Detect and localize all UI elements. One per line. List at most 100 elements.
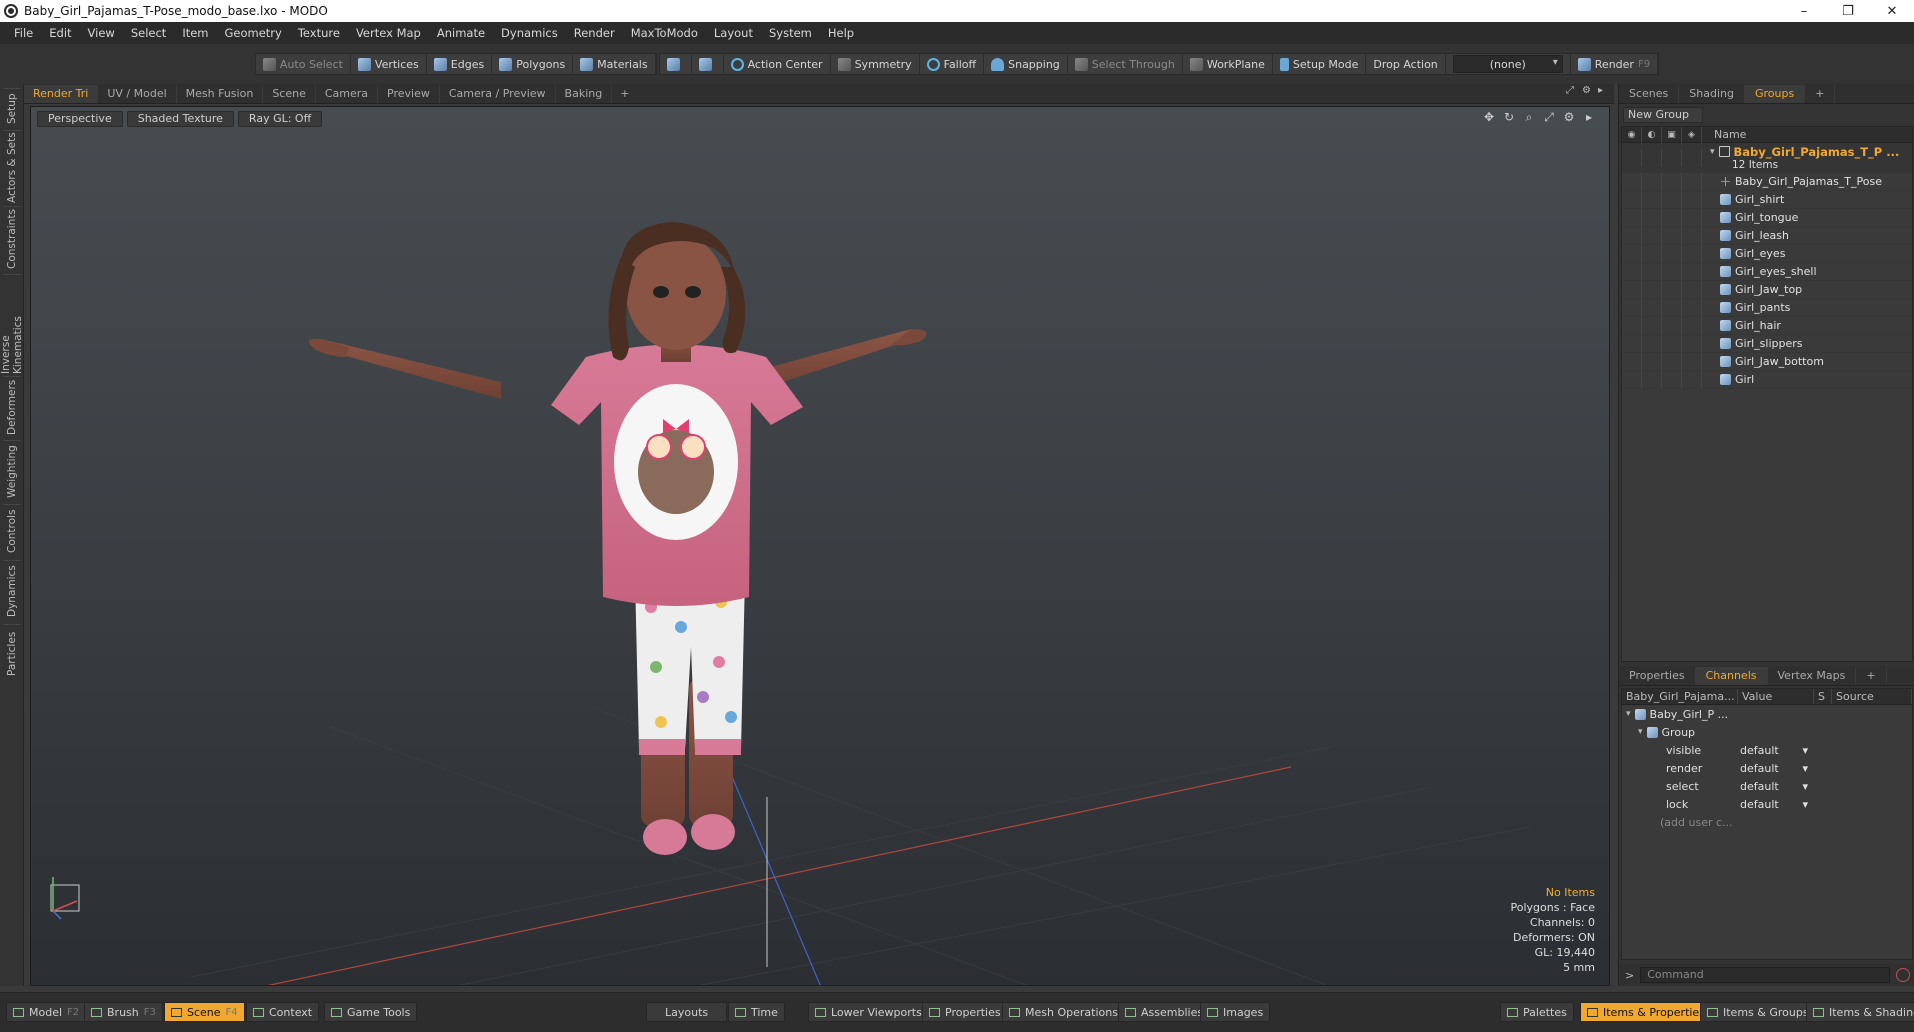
collapse-arrow-icon[interactable]: ▾ — [1710, 147, 1715, 157]
menu-texture[interactable]: Texture — [290, 22, 348, 44]
tab-camera-preview[interactable]: Camera / Preview — [440, 85, 556, 103]
menu-edit[interactable]: Edit — [41, 22, 79, 44]
properties-button[interactable]: Properties — [922, 1002, 1008, 1022]
add-channel-tab-button[interactable]: + — [1856, 667, 1887, 685]
close-button[interactable]: ✕ — [1870, 0, 1914, 22]
channel-value[interactable]: default — [1740, 744, 1779, 757]
3d-viewport[interactable]: Perspective Shaded Texture Ray GL: Off ✥… — [30, 106, 1610, 986]
add-viewport-tab-button[interactable]: + — [612, 85, 637, 103]
add-user-channel-row[interactable]: (add user c... — [1622, 813, 1912, 831]
assemblies-button[interactable]: Assemblies — [1118, 1002, 1211, 1022]
tab-groups[interactable]: Groups — [1744, 85, 1806, 103]
channel-row[interactable]: visible default ▾ — [1622, 741, 1912, 759]
falloff-button[interactable]: Falloff — [920, 54, 985, 74]
left-tab-setup[interactable]: Setup — [3, 88, 21, 128]
pan-icon[interactable]: ✥ — [1483, 110, 1495, 124]
element-mode-button[interactable] — [660, 54, 692, 74]
tab-mesh-fusion[interactable]: Mesh Fusion — [177, 85, 264, 103]
items-groups-button[interactable]: Items & Groups — [1700, 1002, 1816, 1022]
model-layout-button[interactable]: Model F2 — [6, 1002, 87, 1022]
fit-icon[interactable]: ⤢ — [1543, 110, 1555, 124]
left-tab-weighting[interactable]: Weighting — [3, 440, 21, 502]
tab-uv-model[interactable]: UV / Model — [98, 85, 177, 103]
channel-value-header[interactable]: Value — [1738, 689, 1814, 704]
left-tab-dynamics[interactable]: Dynamics — [3, 560, 21, 622]
left-tab-actors-sets[interactable]: Actors & Sets — [3, 130, 21, 204]
viewport-settings-icon[interactable]: ⚙ — [1563, 110, 1575, 124]
drop-action-select[interactable]: (none) — [1452, 55, 1563, 73]
render-button[interactable]: Render F9 — [1571, 54, 1659, 74]
vertices-button[interactable]: Vertices — [351, 54, 427, 74]
channel-item-row[interactable]: ▾ Baby_Girl_P ... — [1622, 705, 1912, 723]
menu-view[interactable]: View — [80, 22, 123, 44]
items-shading-button[interactable]: Items & Shading — [1806, 1002, 1914, 1022]
channel-row[interactable]: render default ▾ — [1622, 759, 1912, 777]
command-history-icon[interactable] — [1896, 968, 1911, 982]
tab-baking[interactable]: Baking — [556, 85, 613, 103]
tree-item[interactable]: Girl_eyes — [1622, 244, 1912, 263]
auto-select-button[interactable]: Auto Select — [256, 54, 351, 74]
menu-item[interactable]: Item — [174, 22, 216, 44]
tree-item[interactable]: Girl — [1622, 370, 1912, 389]
tab-scene[interactable]: Scene — [263, 85, 316, 103]
menu-render[interactable]: Render — [566, 22, 623, 44]
menu-maxtomodo[interactable]: MaxToModo — [623, 22, 706, 44]
tab-vertex-maps[interactable]: Vertex Maps — [1768, 667, 1857, 685]
menu-file[interactable]: File — [6, 22, 41, 44]
render-column-icon[interactable]: ◐ — [1642, 127, 1662, 143]
item-mode-button[interactable] — [692, 54, 724, 74]
tree-item[interactable]: Girl_pants — [1622, 298, 1912, 317]
lower-viewports-button[interactable]: Lower Viewports — [808, 1002, 929, 1022]
items-properties-button[interactable]: Items & Properties — [1580, 1002, 1712, 1022]
dropdown-arrow-icon[interactable]: ▾ — [1802, 798, 1808, 811]
palettes-button[interactable]: Palettes — [1500, 1002, 1574, 1022]
minimize-button[interactable]: – — [1782, 0, 1826, 22]
channel-row[interactable]: select default ▾ — [1622, 777, 1912, 795]
snapping-button[interactable]: Snapping — [984, 54, 1068, 74]
left-tab-inverse-kinematics[interactable]: Inverse Kinematics — [0, 274, 24, 374]
group-row[interactable]: ▾ Baby_Girl_Pajamas_T_P ... 12 Items — [1622, 143, 1912, 173]
channel-group-row[interactable]: ▾ Group — [1622, 723, 1912, 741]
scene-layout-button[interactable]: Scene F4 — [164, 1002, 245, 1022]
materials-button[interactable]: Materials — [573, 54, 656, 74]
images-button[interactable]: Images — [1200, 1002, 1271, 1022]
select-through-button[interactable]: Select Through — [1068, 54, 1183, 74]
new-group-button[interactable]: New Group — [1623, 107, 1703, 123]
tree-item[interactable]: Girl_Jaw_top — [1622, 280, 1912, 299]
tree-item[interactable]: Girl_shirt — [1622, 190, 1912, 209]
left-tab-deformers[interactable]: Deformers — [3, 376, 21, 438]
left-tab-controls[interactable]: Controls — [3, 504, 21, 558]
tab-properties[interactable]: Properties — [1619, 667, 1696, 685]
polygons-button[interactable]: Polygons — [492, 54, 574, 74]
select-column-icon[interactable]: ◈ — [1682, 127, 1702, 143]
tab-channels[interactable]: Channels — [1695, 667, 1768, 685]
tab-scenes[interactable]: Scenes — [1619, 85, 1680, 103]
menu-dynamics[interactable]: Dynamics — [493, 22, 566, 44]
workplane-button[interactable]: WorkPlane — [1183, 54, 1273, 74]
channel-value[interactable]: default — [1740, 798, 1779, 811]
symmetry-button[interactable]: Symmetry — [831, 54, 920, 74]
name-column-header[interactable]: Name — [1702, 128, 1746, 141]
shading-mode-button[interactable]: Shaded Texture — [126, 111, 234, 127]
viewport-menu-icon[interactable]: ▸ — [1583, 110, 1595, 124]
settings-gear-icon[interactable]: ⚙ — [1582, 86, 1592, 96]
dropdown-arrow-icon[interactable]: ▾ — [1802, 780, 1808, 793]
tree-item[interactable]: Girl_Jaw_bottom — [1622, 352, 1912, 371]
tab-camera[interactable]: Camera — [316, 85, 379, 103]
dropdown-arrow-icon[interactable]: ▾ — [1802, 762, 1808, 775]
layouts-button[interactable]: Layouts — [646, 1002, 728, 1022]
expand-arrow-icon[interactable]: ▾ — [1638, 727, 1643, 737]
rotate-icon[interactable]: ↻ — [1503, 110, 1515, 124]
tab-render-tri[interactable]: Render Tri — [24, 85, 99, 103]
channel-name-header[interactable]: Baby_Girl_Pajama... — [1622, 689, 1738, 704]
dropdown-arrow-icon[interactable]: ▾ — [1802, 744, 1808, 757]
menu-system[interactable]: System — [761, 22, 820, 44]
tree-item-locator[interactable]: Baby_Girl_Pajamas_T_Pose — [1622, 172, 1912, 191]
raygl-toggle[interactable]: Ray GL: Off — [237, 111, 323, 127]
channel-s-header[interactable]: S — [1814, 689, 1832, 704]
maximize-button[interactable]: ❐ — [1826, 0, 1870, 22]
tree-item[interactable]: Girl_tongue — [1622, 208, 1912, 227]
expand-arrow-icon[interactable]: ▾ — [1626, 709, 1631, 719]
left-tab-particles[interactable]: Particles — [3, 624, 21, 682]
brush-layout-button[interactable]: Brush F3 — [84, 1002, 163, 1022]
